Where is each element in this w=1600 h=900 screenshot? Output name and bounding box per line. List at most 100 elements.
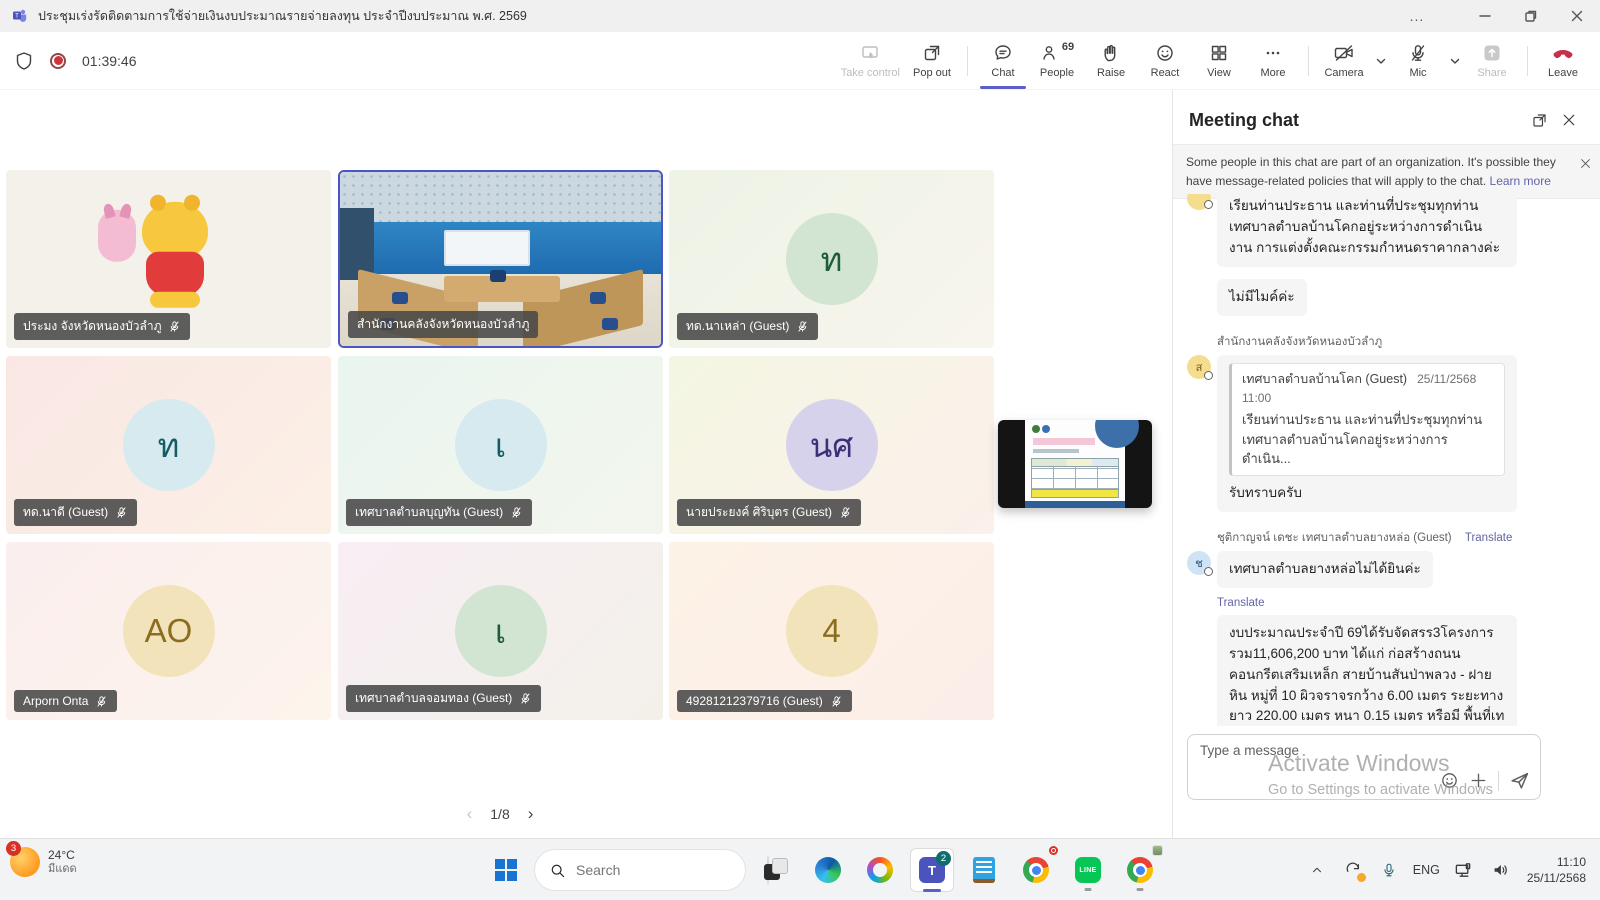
sync-update-icon[interactable]: [1338, 850, 1368, 890]
view-grid-icon: [1209, 43, 1229, 63]
take-control-button[interactable]: Take control: [836, 32, 905, 89]
message-compose-box[interactable]: [1187, 734, 1541, 800]
taskbar-edge[interactable]: [806, 846, 850, 894]
notepad-icon: [973, 857, 995, 883]
taskbar-chrome-2[interactable]: [1118, 845, 1163, 894]
edge-icon: [815, 857, 841, 883]
participant-avatar: เ: [454, 399, 547, 491]
share-button[interactable]: Share: [1465, 32, 1519, 89]
participant-name-tag: ประมง จังหวัดหนองบัวลำภู: [14, 313, 191, 340]
learn-more-link[interactable]: Learn more: [1490, 174, 1551, 188]
sun-icon: 3: [6, 841, 40, 877]
translate-link[interactable]: Translate: [1465, 532, 1513, 544]
teams-app-icon: T: [12, 8, 28, 24]
more-button[interactable]: More: [1246, 32, 1300, 89]
svg-text:T: T: [15, 14, 19, 20]
taskbar-clock[interactable]: 11:10 25/11/2568: [1521, 854, 1592, 886]
minimize-button[interactable]: [1462, 0, 1508, 32]
weather-desc: มีแดด: [48, 862, 77, 875]
mic-off-icon: [1408, 43, 1428, 63]
mic-off-icon: [512, 507, 521, 518]
camera-options-chevron[interactable]: [1371, 32, 1391, 89]
view-button[interactable]: View: [1192, 32, 1246, 89]
participant-tile[interactable]: 4 49281212379716 (Guest): [669, 542, 994, 720]
message-sender: สำนักงานคลังจังหวัดหนองบัวลำภู: [1217, 335, 1383, 348]
update-dot: [1356, 873, 1366, 882]
participant-tile[interactable]: ท ทด.นาดี (Guest): [6, 356, 331, 534]
participant-tile[interactable]: เ เทศบาลตำบลจอมทอง (Guest): [338, 542, 663, 720]
speaker-icon[interactable]: [1485, 850, 1515, 890]
running-indicator: [1084, 888, 1092, 891]
recording-indicator-icon: [50, 52, 66, 69]
mic-options-chevron[interactable]: [1445, 32, 1465, 89]
taskbar-copilot[interactable]: [858, 846, 902, 894]
send-icon[interactable]: [1509, 770, 1530, 791]
message-bubble: ไม่มีไมค์ค่ะ: [1217, 278, 1307, 316]
chat-message: ไม่มีไมค์ค่ะ: [1187, 276, 1572, 325]
chat-message-list[interactable]: เรียนท่านประธาน และท่านที่ประชุมทุกท่าน …: [1187, 194, 1572, 726]
network-display-icon[interactable]: [1449, 850, 1479, 890]
chat-button[interactable]: Chat: [976, 32, 1030, 89]
titlebar-menu-button[interactable]: ...: [1394, 0, 1440, 32]
taskbar-search-box[interactable]: [534, 849, 769, 891]
attach-plus-icon[interactable]: [1469, 771, 1488, 790]
pop-out-button[interactable]: Pop out: [905, 32, 959, 89]
participant-tile[interactable]: ท ทด.นาเหล่า (Guest): [669, 170, 994, 348]
task-view-button[interactable]: [754, 846, 798, 894]
taskbar-teams[interactable]: T 2: [910, 848, 954, 892]
tray-mic-icon[interactable]: [1374, 850, 1404, 890]
previous-page-chevron[interactable]: ‹: [467, 804, 473, 824]
participant-tile[interactable]: นศ นายประยงค์ ศิริบุตร (Guest): [669, 356, 994, 534]
mic-off-icon: [117, 507, 126, 518]
tray-chevron-up-icon[interactable]: [1302, 850, 1332, 890]
message-bubble: เทศบาลตำบลบ้านโคก (Guest) 25/11/2568 11:0…: [1217, 354, 1517, 512]
translate-link[interactable]: Translate: [1217, 597, 1572, 609]
raise-hand-button[interactable]: Raise: [1084, 32, 1138, 89]
share-arrow-icon: [1482, 43, 1502, 63]
taskbar-chrome[interactable]: [1014, 844, 1060, 894]
language-indicator[interactable]: ENG: [1410, 850, 1443, 890]
emoji-icon[interactable]: [1440, 771, 1459, 790]
message-text: รับทราบครับ: [1229, 484, 1302, 500]
grid-pagination: ‹ 1/8 ›: [440, 804, 560, 824]
screen-share-thumbnail[interactable]: [998, 420, 1152, 508]
start-button[interactable]: [486, 850, 526, 890]
chrome-profile-badge: [1047, 844, 1060, 857]
next-page-chevron[interactable]: ›: [528, 804, 534, 824]
participant-tile[interactable]: AO Arporn Onta: [6, 542, 331, 720]
mic-off-icon: [97, 695, 106, 707]
quoted-message[interactable]: เทศบาลตำบลบ้านโคก (Guest) 25/11/2568 11:0…: [1229, 362, 1505, 476]
chat-header: Meeting chat: [1173, 90, 1600, 144]
window-title: ประชุมเร่งรัดติดตามการใช้จ่ายเงินงบประมา…: [38, 9, 527, 23]
participant-tile[interactable]: ประมง จังหวัดหนองบัวลำภู: [6, 170, 331, 348]
camera-button[interactable]: Camera: [1317, 32, 1371, 89]
toolbar-divider: [1527, 45, 1528, 76]
search-input[interactable]: [576, 862, 757, 878]
taskbar-notepad[interactable]: [962, 846, 1006, 894]
participant-avatar: ท: [785, 213, 878, 305]
teams-badge: 2: [936, 851, 951, 866]
banner-close-icon[interactable]: [1579, 157, 1592, 170]
message-input[interactable]: [1200, 743, 1420, 758]
participant-name-tag: สำนักงานคลังจังหวัดหนองบัวลำภู: [348, 311, 539, 338]
notification-badge: 3: [6, 841, 21, 856]
taskbar-line[interactable]: LINE: [1066, 846, 1110, 894]
leave-button[interactable]: Leave: [1536, 32, 1590, 89]
restore-button[interactable]: [1508, 0, 1554, 32]
close-button[interactable]: [1554, 0, 1600, 32]
weather-widget[interactable]: 3 24°C มีแดด: [6, 841, 77, 877]
chrome-icon: [1127, 857, 1153, 883]
participant-tile-active-speaker[interactable]: สำนักงานคลังจังหวัดหนองบัวลำภู: [338, 170, 663, 348]
react-button[interactable]: React: [1138, 32, 1192, 89]
participant-avatar: AO: [122, 585, 215, 677]
take-control-icon: [860, 43, 880, 63]
participant-tile[interactable]: เ เทศบาลตำบลบุญทัน (Guest): [338, 356, 663, 534]
popout-chat-icon[interactable]: [1524, 106, 1554, 134]
teams-meeting-window: T ประชุมเร่งรัดติดตามการใช้จ่ายเงินงบประ…: [0, 0, 1600, 900]
people-button[interactable]: 69 People: [1030, 32, 1084, 89]
message-status-ring: [1204, 370, 1213, 380]
toolbar-divider: [967, 45, 968, 76]
message-bubble: เรียนท่านประธาน และท่านที่ประชุมทุกท่าน …: [1217, 194, 1517, 267]
mic-button[interactable]: Mic: [1391, 32, 1445, 89]
close-chat-icon[interactable]: [1554, 106, 1584, 134]
